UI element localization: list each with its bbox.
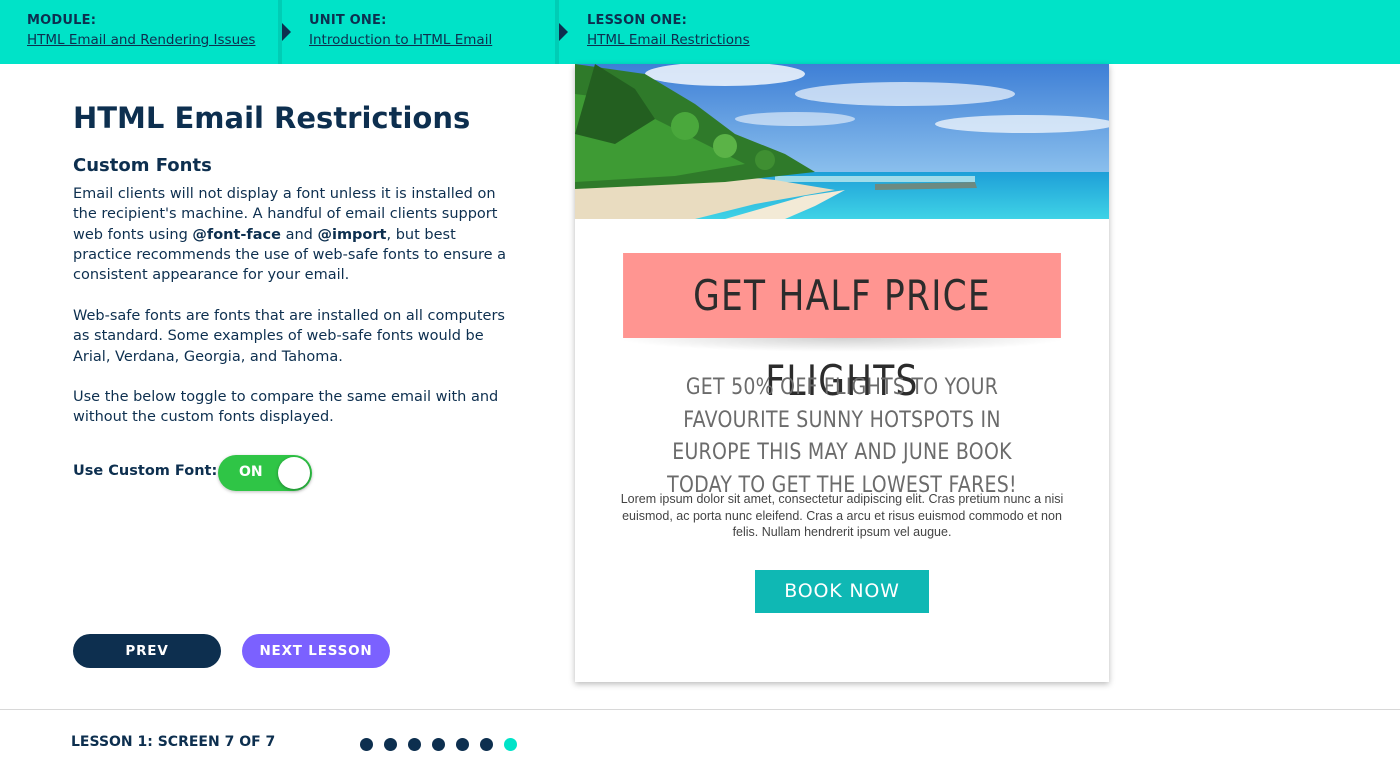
breadcrumb-module-link[interactable]: HTML Email and Rendering Issues xyxy=(27,32,255,48)
progress-dot[interactable] xyxy=(456,738,469,751)
paragraph-toggle-instructions: Use the below toggle to compare the same… xyxy=(73,389,499,426)
paragraph-web-safe: Web-safe fonts are fonts that are instal… xyxy=(73,308,505,365)
toggle-knob[interactable] xyxy=(278,457,310,489)
breadcrumb-lesson: LESSON ONE: HTML Email Restrictions xyxy=(560,0,960,64)
paragraph-intro: Email clients will not display a font un… xyxy=(73,184,513,285)
email-banner-headline: GET HALF PRICE FLIGHTS xyxy=(623,253,1061,405)
beach-hero-illustration xyxy=(575,64,1109,219)
email-preview: GET HALF PRICE FLIGHTS GET 50% OFF FLIGH… xyxy=(575,64,1109,682)
progress-dot[interactable] xyxy=(360,738,373,751)
next-lesson-button[interactable]: NEXT LESSON xyxy=(242,634,390,668)
progress-dot-current[interactable] xyxy=(504,738,517,751)
breadcrumb-module-key: MODULE: xyxy=(27,13,97,28)
progress-dot[interactable] xyxy=(480,738,493,751)
paragraph-text: and xyxy=(280,226,318,243)
email-offer-text: GET 50% OFF FLIGHTS TO YOUR FAVOURITE SU… xyxy=(667,375,1017,498)
page-title: HTML Email Restrictions xyxy=(73,101,471,135)
breadcrumb-unit: UNIT ONE: Introduction to HTML Email xyxy=(282,0,556,64)
banner-shadow xyxy=(615,338,1069,352)
breadcrumb-unit-link[interactable]: Introduction to HTML Email xyxy=(309,32,492,48)
toggle-state-label: ON xyxy=(239,464,263,480)
breadcrumb-lesson-key: LESSON ONE: xyxy=(587,13,687,28)
breadcrumb-unit-key: UNIT ONE: xyxy=(309,13,387,28)
custom-font-toggle-label: Use Custom Font: xyxy=(73,463,218,479)
footer-divider xyxy=(0,709,1400,710)
progress-dot[interactable] xyxy=(432,738,445,751)
progress-dot[interactable] xyxy=(384,738,397,751)
book-now-button[interactable]: BOOK NOW xyxy=(755,570,929,613)
custom-font-toggle[interactable]: ON xyxy=(218,455,312,491)
beach-hero-image xyxy=(575,64,1109,219)
section-heading: Custom Fonts xyxy=(73,155,212,176)
code-term-font-face: @font-face xyxy=(192,226,281,243)
prev-button[interactable]: PREV xyxy=(73,634,221,668)
screen-progress-label: LESSON 1: SCREEN 7 OF 7 xyxy=(71,734,276,750)
progress-dot[interactable] xyxy=(408,738,421,751)
email-body-text: Lorem ipsum dolor sit amet, consectetur … xyxy=(620,492,1064,539)
breadcrumb: MODULE: HTML Email and Rendering Issues … xyxy=(0,0,1400,64)
breadcrumb-lesson-link[interactable]: HTML Email Restrictions xyxy=(587,32,750,48)
breadcrumb-module: MODULE: HTML Email and Rendering Issues xyxy=(0,0,278,64)
code-term-import: @import xyxy=(317,226,387,243)
